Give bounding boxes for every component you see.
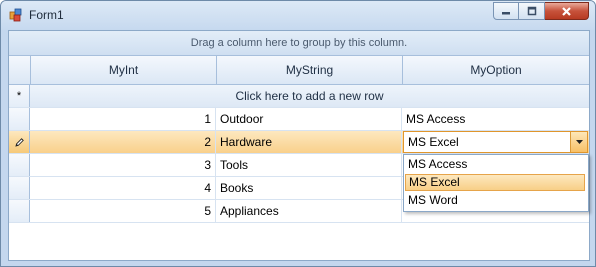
dropdown-option-highlighted[interactable]: MS Excel <box>405 174 585 191</box>
row-indicator[interactable] <box>9 154 30 176</box>
new-row[interactable]: * Click here to add a new row <box>9 85 589 108</box>
window-title: Form1 <box>29 8 64 22</box>
dropdown-option[interactable]: MS Word <box>405 192 585 209</box>
new-row-indicator: * <box>9 85 30 107</box>
data-grid[interactable]: Drag a column here to group by this colu… <box>8 30 590 261</box>
cell-mystring[interactable]: Books <box>216 177 402 199</box>
cell-myint[interactable]: 2 <box>30 131 216 153</box>
cell-mystring[interactable]: Outdoor <box>216 108 402 130</box>
cell-myoption[interactable]: MS Access <box>402 108 589 130</box>
main-window: Form1 Drag a column here to group by thi… <box>0 0 596 267</box>
combobox-value[interactable]: MS Excel <box>408 132 459 152</box>
group-panel-text: Drag a column here to group by this colu… <box>190 37 408 49</box>
table-row-selected[interactable]: 2 Hardware MS Excel <box>9 131 589 154</box>
row-indicator[interactable] <box>9 108 30 130</box>
table-row[interactable]: 1 Outdoor MS Access <box>9 108 589 131</box>
group-panel[interactable]: Drag a column here to group by this colu… <box>9 31 589 56</box>
row-indicator[interactable] <box>9 200 30 222</box>
minimize-icon <box>502 12 510 15</box>
column-header-myoption[interactable]: MyOption <box>402 56 589 84</box>
column-header-myint[interactable]: MyInt <box>30 56 216 84</box>
cell-mystring[interactable]: Hardware <box>216 131 402 153</box>
dropdown-list[interactable]: MS Access MS Excel MS Word <box>403 154 589 212</box>
column-header-mystring[interactable]: MyString <box>216 56 402 84</box>
cell-myint[interactable]: 5 <box>30 200 216 222</box>
title-bar[interactable]: Form1 <box>1 1 595 30</box>
cell-mystring[interactable]: Tools <box>216 154 402 176</box>
dropdown-option[interactable]: MS Access <box>405 156 585 173</box>
chevron-down-icon <box>575 140 583 144</box>
dropdown-button[interactable] <box>570 132 587 152</box>
cell-myint[interactable]: 4 <box>30 177 216 199</box>
maximize-icon <box>527 6 536 16</box>
grid-header: MyInt MyString MyOption <box>9 56 589 85</box>
close-button[interactable] <box>545 2 589 20</box>
cell-myint[interactable]: 3 <box>30 154 216 176</box>
row-indicator[interactable] <box>9 131 30 153</box>
minimize-button[interactable] <box>493 2 519 20</box>
header-corner <box>9 56 30 84</box>
caption-buttons <box>493 2 589 20</box>
cell-mystring[interactable]: Appliances <box>216 200 402 222</box>
cell-myint[interactable]: 1 <box>30 108 216 130</box>
maximize-button[interactable] <box>519 2 545 20</box>
app-icon <box>9 8 22 22</box>
row-indicator[interactable] <box>9 177 30 199</box>
new-row-text[interactable]: Click here to add a new row <box>30 85 589 107</box>
pencil-icon <box>14 137 24 147</box>
close-icon <box>562 6 571 16</box>
myoption-combobox-editor[interactable]: MS Excel <box>403 131 588 153</box>
